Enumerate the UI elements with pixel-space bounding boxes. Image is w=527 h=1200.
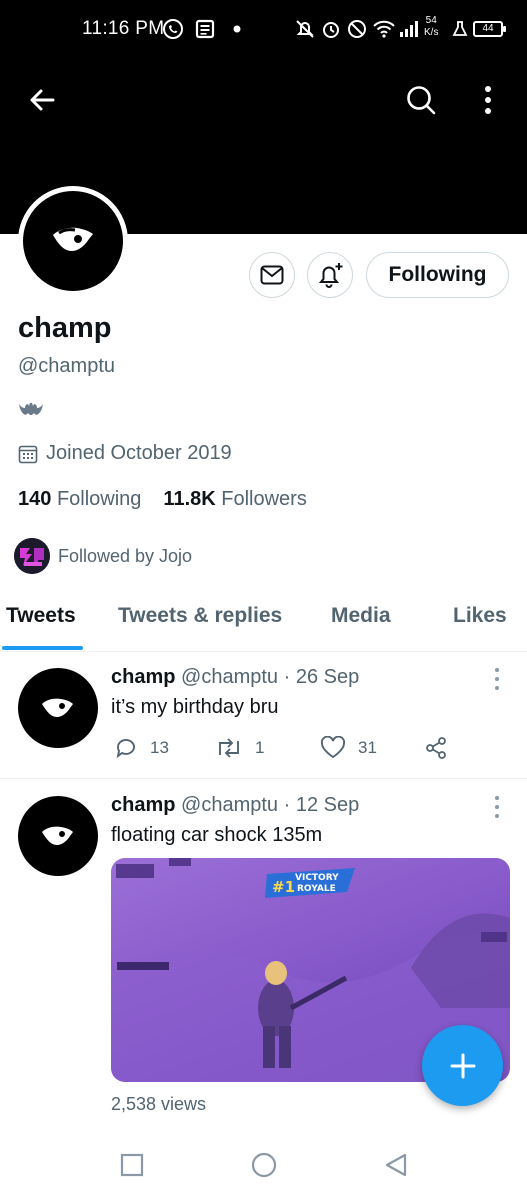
tweet-author-name[interactable]: champ bbox=[111, 794, 175, 816]
tweet-text: floating car shock 135m bbox=[111, 824, 323, 846]
retweet-icon bbox=[219, 738, 239, 758]
profile-handle: @champtu bbox=[18, 355, 116, 377]
tweet-meta: @champtu · 12 Sep bbox=[181, 794, 360, 816]
network-speed-value: 54 bbox=[425, 15, 437, 26]
notifications-button[interactable] bbox=[307, 252, 353, 298]
followed-by-text: Followed by Jojo bbox=[58, 545, 193, 566]
media-label-royale: ROYALE bbox=[297, 884, 336, 894]
message-button[interactable] bbox=[249, 252, 295, 298]
home-button[interactable] bbox=[249, 1150, 279, 1180]
battery-indicator: 44 bbox=[473, 21, 506, 37]
do-not-disturb-icon bbox=[346, 16, 368, 42]
news-icon bbox=[194, 16, 216, 42]
tweet-avatar[interactable] bbox=[18, 796, 98, 876]
reply-icon bbox=[116, 739, 135, 759]
bell-plus-icon bbox=[318, 263, 343, 288]
tweet-avatar[interactable] bbox=[18, 668, 98, 748]
square-icon bbox=[120, 1153, 144, 1177]
status-bar: 11:16 PM 54 K/s 44 bbox=[0, 0, 527, 62]
compose-tweet-button[interactable] bbox=[422, 1025, 503, 1106]
wifi-icon bbox=[372, 16, 396, 42]
tweet-more-button[interactable] bbox=[487, 668, 507, 690]
tweet-more-button[interactable] bbox=[487, 796, 507, 818]
active-tab-indicator bbox=[2, 646, 83, 650]
joined-date: Joined October 2019 bbox=[18, 442, 232, 465]
follower-avatar bbox=[14, 538, 50, 574]
retweet-button[interactable]: 1 bbox=[215, 736, 264, 760]
tab-media[interactable]: Media bbox=[331, 604, 391, 628]
avatar-mask-icon bbox=[42, 826, 73, 845]
tweet-header: champ @champtu · 12 Sep bbox=[111, 794, 359, 817]
status-time: 11:16 PM bbox=[82, 18, 165, 39]
mail-icon bbox=[260, 265, 284, 285]
arrow-left-icon bbox=[30, 89, 55, 111]
tweet-text: it’s my birthday bru bbox=[111, 696, 279, 718]
network-speed-unit: K/s bbox=[424, 27, 439, 38]
plus-icon bbox=[450, 1053, 475, 1078]
retweet-count: 1 bbox=[255, 738, 265, 757]
heart-icon bbox=[320, 736, 346, 759]
joined-text: Joined October 2019 bbox=[46, 442, 232, 464]
tweet-header: champ @champtu · 26 Sep bbox=[111, 666, 359, 689]
network-speed: 54 K/s bbox=[424, 15, 438, 39]
more-options-button[interactable] bbox=[468, 80, 508, 120]
followers-label: Followers bbox=[221, 488, 307, 510]
whatsapp-icon bbox=[162, 16, 184, 42]
more-vertical-icon bbox=[485, 86, 491, 114]
followers-count: 11.8K bbox=[163, 488, 216, 510]
back-nav-button[interactable] bbox=[381, 1150, 411, 1180]
share-icon bbox=[426, 737, 446, 759]
circle-icon bbox=[251, 1152, 277, 1178]
media-label-rank: #1 bbox=[272, 878, 295, 896]
tab-tweets-and-replies[interactable]: Tweets & replies bbox=[118, 604, 282, 628]
tweet-divider bbox=[0, 778, 527, 779]
video-views: 2,538 views bbox=[111, 1094, 207, 1114]
bat-emoji-icon bbox=[18, 400, 44, 425]
reply-count: 13 bbox=[150, 738, 169, 757]
profile-avatar[interactable] bbox=[18, 186, 128, 296]
signal-icon bbox=[398, 16, 420, 42]
search-icon bbox=[407, 86, 436, 115]
back-button[interactable] bbox=[22, 80, 62, 120]
notification-dot-icon bbox=[232, 16, 242, 42]
following-count: 140 bbox=[18, 488, 52, 510]
recent-apps-button[interactable] bbox=[117, 1150, 147, 1180]
reply-button[interactable]: 13 bbox=[114, 736, 169, 760]
alarm-icon bbox=[320, 16, 342, 42]
flask-icon bbox=[450, 16, 470, 42]
like-count: 31 bbox=[358, 738, 377, 757]
triangle-back-icon bbox=[385, 1153, 407, 1177]
search-button[interactable] bbox=[401, 80, 441, 120]
followed-by[interactable]: Followed by Jojo bbox=[14, 538, 192, 574]
calendar-icon bbox=[18, 445, 38, 463]
following-label: Following bbox=[56, 488, 142, 510]
avatar-mask-icon bbox=[53, 227, 93, 251]
tab-likes[interactable]: Likes bbox=[453, 604, 507, 628]
profile-tabs: Tweets Tweets & replies Media Likes bbox=[0, 596, 527, 652]
following-button[interactable]: Following bbox=[366, 252, 509, 298]
followers-stat[interactable]: 11.8K Followers bbox=[163, 488, 306, 511]
following-stat[interactable]: 140 Following bbox=[18, 488, 141, 511]
follow-stats: 140 Following 11.8K Followers bbox=[18, 488, 307, 511]
tweet-meta: @champtu · 26 Sep bbox=[181, 666, 360, 688]
bell-off-icon bbox=[294, 16, 316, 42]
share-button[interactable] bbox=[424, 736, 448, 760]
profile-name: champ bbox=[18, 312, 112, 344]
avatar-mask-icon bbox=[42, 698, 73, 717]
tweet-author-name[interactable]: champ bbox=[111, 666, 175, 688]
media-label-victory: VICTORY bbox=[295, 873, 339, 883]
like-button[interactable]: 31 bbox=[320, 736, 377, 760]
tab-tweets[interactable]: Tweets bbox=[6, 604, 76, 628]
